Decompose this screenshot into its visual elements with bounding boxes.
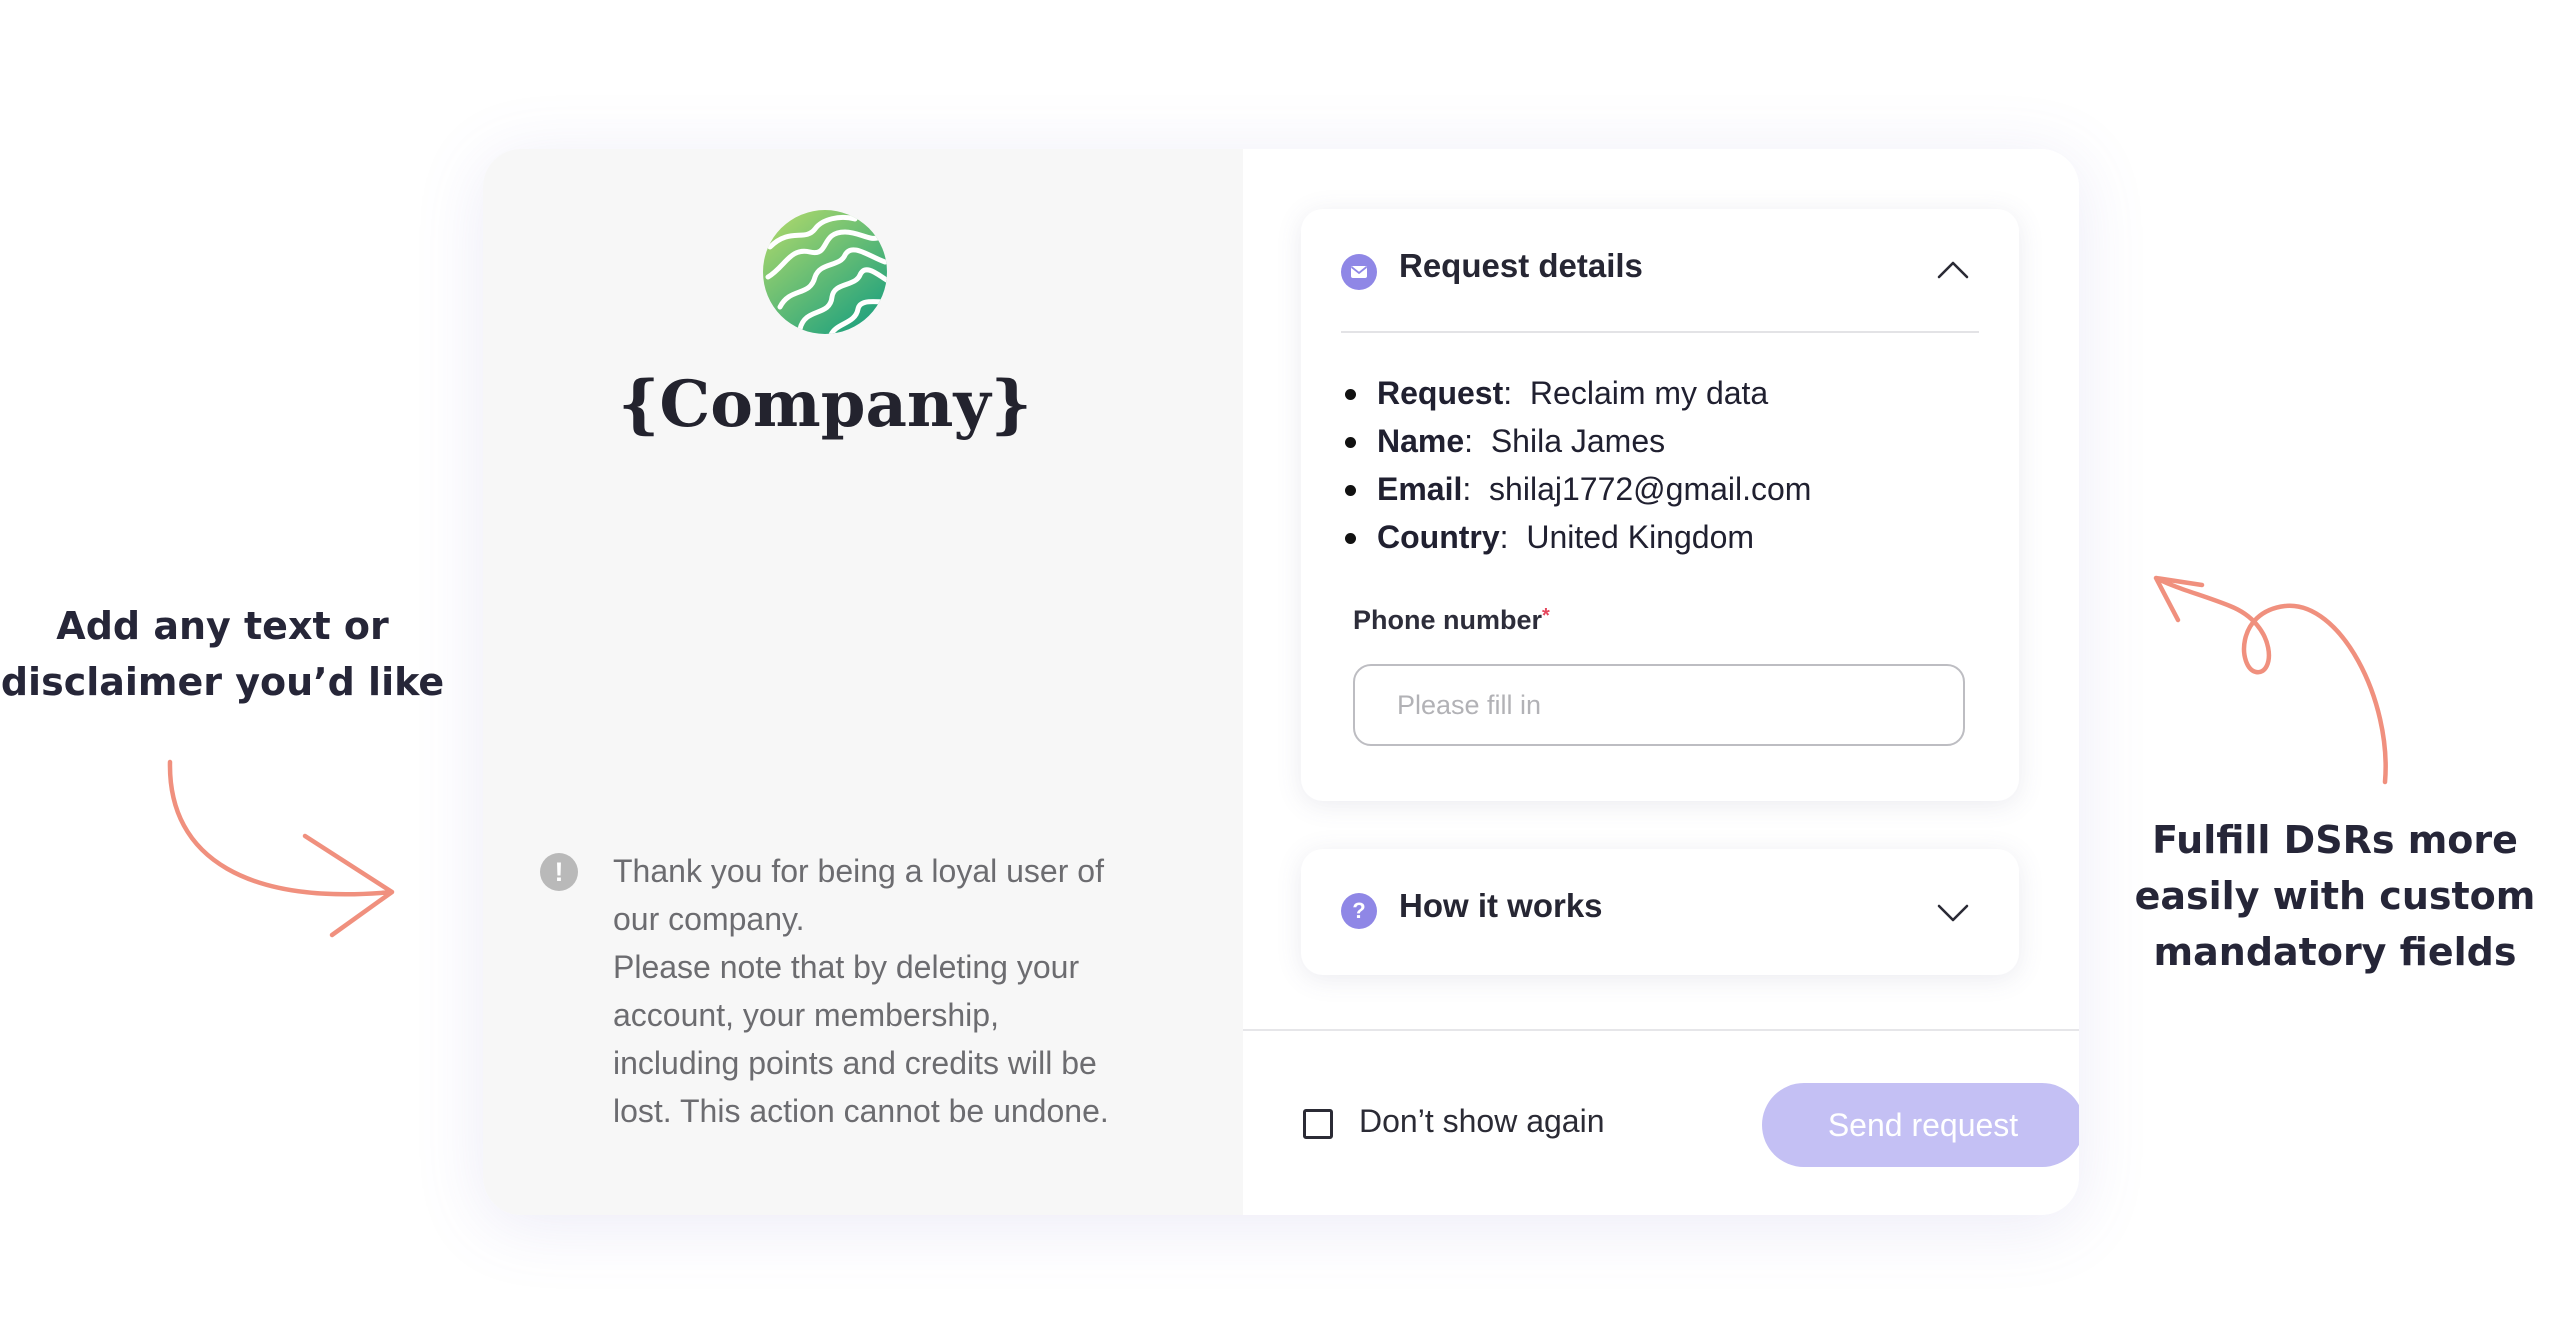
envelope-icon [1341,254,1377,290]
brand-pane: {Company} ! Thank you for being a loyal … [483,149,1243,1215]
list-item: Request: Reclaim my data [1343,369,1979,417]
detail-value: Reclaim my data [1529,375,1769,411]
phone-number-label: Phone number* [1353,605,1550,636]
detail-value: shilaj1772@gmail.com [1489,471,1812,507]
question-icon: ? [1341,893,1377,929]
detail-label: Request [1377,375,1504,411]
detail-label: Country [1377,519,1500,555]
required-marker: * [1542,605,1550,627]
panel-divider [1341,331,1979,333]
disclaimer-line: Please note that by deleting your [613,949,1080,985]
request-details-title: Request details [1399,247,1643,284]
dsr-request-card: {Company} ! Thank you for being a loyal … [483,149,2079,1215]
phone-number-input[interactable] [1353,664,1965,746]
detail-value: United Kingdom [1526,519,1755,555]
dont-show-again-checkbox[interactable] [1303,1109,1333,1139]
dont-show-again-label[interactable]: Don’t show again [1359,1103,1604,1140]
company-name: {Company} [618,367,1032,442]
list-item: Email: shilaj1772@gmail.com [1343,465,1979,513]
left-arrow-icon [167,759,395,938]
how-it-works-panel[interactable]: ? How it works [1301,849,2019,975]
disclaimer-line: account, your membership, [613,997,999,1033]
request-details-header[interactable]: Request details [1341,209,1979,333]
request-details-panel: Request details Request: Reclaim my data… [1301,209,2019,801]
detail-label: Email [1377,471,1463,507]
send-request-button[interactable]: Send request [1762,1083,2079,1167]
how-it-works-header[interactable]: ? How it works [1341,849,1979,973]
chevron-down-icon[interactable] [1937,903,1969,923]
footer-divider [1243,1029,2079,1031]
swirl-globe-logo-icon [763,210,887,334]
right-arrow-icon [2153,575,2388,785]
how-it-works-title: How it works [1399,887,1603,924]
phone-label-text: Phone number [1353,605,1543,635]
exclamation-icon: ! [540,853,578,891]
disclaimer-line: our company. [613,901,805,937]
list-item: Name: Shila James [1343,417,1979,465]
disclaimer-text: Thank you for being a loyal user of our … [613,847,1143,1135]
disclaimer-line: Thank you for being a loyal user of [613,853,1104,889]
list-item: Country: United Kingdom [1343,513,1979,561]
request-form-pane: Request details Request: Reclaim my data… [1243,149,2079,1215]
detail-label: Name [1377,423,1465,459]
disclaimer-line: lost. This action cannot be undone. [613,1093,1109,1129]
request-details-list: Request: Reclaim my data Name: Shila Jam… [1343,369,1979,561]
detail-value: Shila James [1490,423,1666,459]
chevron-up-icon[interactable] [1937,260,1969,280]
disclaimer-line: including points and credits will be [613,1045,1097,1081]
